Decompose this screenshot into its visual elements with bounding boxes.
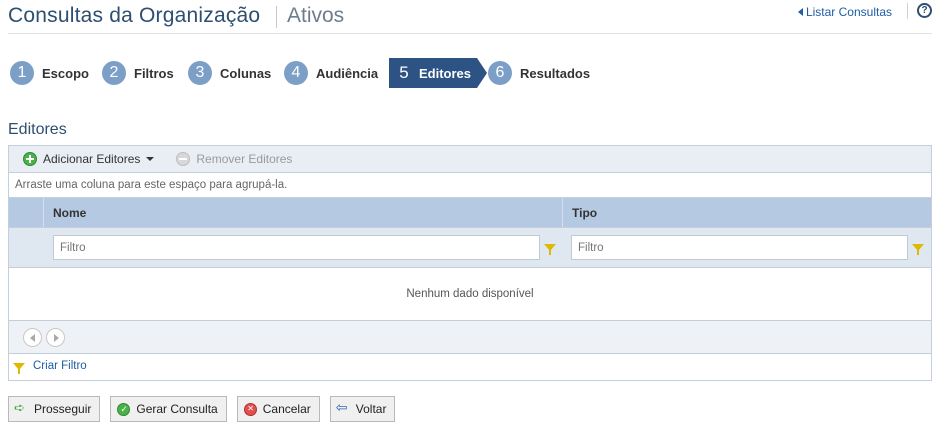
remove-icon <box>176 152 191 166</box>
page-subtitle: Ativos <box>287 4 345 27</box>
wizard-steps: 1 Escopo 2 Filtros 3 Colunas 4 Audiência… <box>10 58 710 89</box>
filter-icon <box>13 362 25 374</box>
cancel-button[interactable]: Cancelar <box>236 396 320 422</box>
step-resultados[interactable]: 6 Resultados <box>488 59 590 87</box>
cancel-label: Cancelar <box>262 402 311 416</box>
filter-icon[interactable] <box>544 244 556 255</box>
step-label: Filtros <box>134 65 174 81</box>
step-label: Editores <box>419 65 472 81</box>
step-escopo[interactable]: 1 Escopo <box>10 59 89 87</box>
select-column <box>9 198 44 227</box>
header-divider <box>907 3 908 19</box>
proceed-label: Prosseguir <box>34 402 92 416</box>
step-colunas[interactable]: 3 Colunas <box>188 59 271 87</box>
remove-editors-button[interactable]: Remover Editores <box>176 152 292 166</box>
step-number: 3 <box>188 61 212 85</box>
filter-input-nome[interactable] <box>53 235 540 260</box>
filter-row <box>9 228 931 268</box>
editors-grid: Adicionar Editores Remover Editores Arra… <box>8 145 932 381</box>
add-editors-label: Adicionar Editores <box>43 152 141 166</box>
step-audiencia[interactable]: 4 Audiência <box>284 59 378 87</box>
column-header-row: Nome Tipo <box>9 198 931 228</box>
remove-editors-label: Remover Editores <box>196 152 293 166</box>
step-editores[interactable]: 5 Editores <box>389 58 488 88</box>
arrow-left-icon <box>336 399 350 416</box>
list-queries-label: Listar Consultas <box>805 5 892 19</box>
previous-page-button[interactable] <box>23 327 42 347</box>
step-number: 5 <box>395 61 413 85</box>
step-number: 4 <box>284 61 308 85</box>
empty-message: Nenhum dado disponível <box>9 268 931 321</box>
back-label: Voltar <box>355 402 387 416</box>
step-label: Escopo <box>42 65 89 81</box>
check-icon <box>117 402 131 416</box>
help-icon[interactable]: ? <box>917 3 932 18</box>
filter-cell-nome <box>44 235 563 260</box>
add-icon <box>23 152 37 166</box>
step-label: Resultados <box>520 65 591 81</box>
create-filter-link[interactable]: Criar Filtro <box>9 354 931 378</box>
step-number: 1 <box>10 61 34 85</box>
proceed-button[interactable]: Prosseguir <box>8 396 101 422</box>
add-editors-button[interactable]: Adicionar Editores <box>23 152 155 166</box>
filter-cell-tipo <box>563 235 931 260</box>
back-button[interactable]: Voltar <box>329 396 396 422</box>
close-icon <box>243 402 257 416</box>
step-label: Audiência <box>316 65 379 81</box>
step-number: 6 <box>488 61 512 85</box>
list-queries-link[interactable]: Listar Consultas <box>797 5 892 19</box>
filter-icon[interactable] <box>912 244 924 255</box>
generate-query-button[interactable]: Gerar Consulta <box>110 396 227 422</box>
page-title: Consultas da Organização <box>8 4 261 27</box>
step-number: 2 <box>102 61 126 85</box>
arrow-right-icon <box>14 400 28 416</box>
action-buttons: Prosseguir Gerar Consulta Cancelar Volta… <box>8 396 405 422</box>
create-filter-label: Criar Filtro <box>33 360 87 372</box>
next-page-button[interactable] <box>46 327 65 347</box>
group-drop-area[interactable]: Arraste uma coluna para este espaço para… <box>9 173 931 198</box>
pager <box>9 321 931 354</box>
section-title: Editores <box>8 121 67 138</box>
step-filtros[interactable]: 2 Filtros <box>102 59 174 87</box>
title-divider <box>276 6 277 28</box>
column-header-nome[interactable]: Nome <box>44 198 563 227</box>
step-label: Colunas <box>220 65 272 81</box>
page-header: Consultas da Organização Ativos Listar C… <box>8 0 932 34</box>
arrow-left-icon <box>797 8 803 16</box>
grid-toolbar: Adicionar Editores Remover Editores <box>9 146 931 173</box>
column-header-tipo[interactable]: Tipo <box>563 198 931 227</box>
filter-input-tipo[interactable] <box>571 235 908 260</box>
generate-query-label: Gerar Consulta <box>136 402 218 416</box>
filter-gutter <box>9 228 44 268</box>
chevron-down-icon <box>146 157 155 161</box>
